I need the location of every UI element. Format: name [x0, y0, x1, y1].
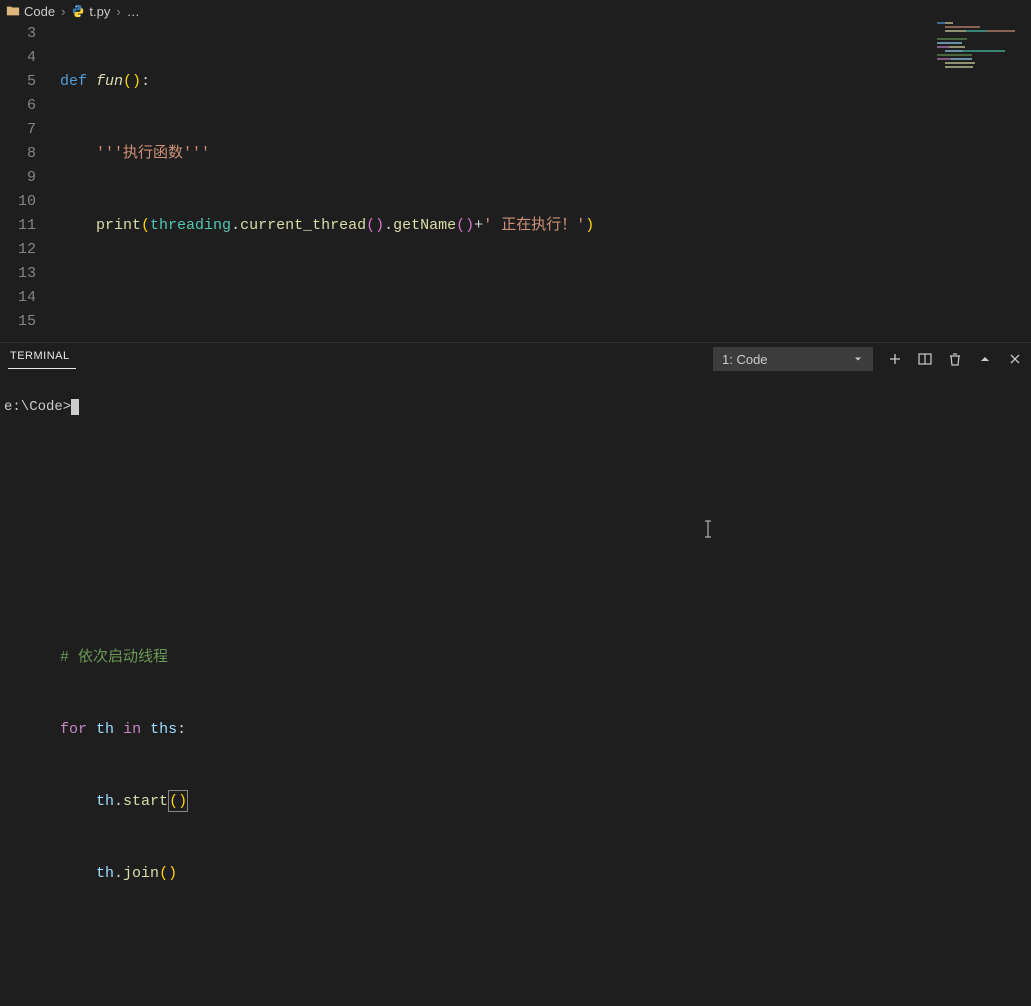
- line-number: 12: [0, 238, 36, 262]
- close-panel-icon[interactable]: [1007, 351, 1023, 367]
- split-terminal-icon[interactable]: [917, 351, 933, 367]
- line-number: 13: [0, 262, 36, 286]
- terminal-selector[interactable]: 1: Code: [713, 347, 873, 371]
- text-cursor-ibeam: [703, 520, 713, 538]
- kill-terminal-icon[interactable]: [947, 351, 963, 367]
- line-number-gutter: 3 4 5 6 7 8 9 10 11 12 13 14 15: [0, 22, 50, 342]
- breadcrumb-root[interactable]: Code: [24, 4, 55, 19]
- terminal-header: TERMINAL 1: Code: [0, 343, 1031, 375]
- folder-icon: [6, 4, 20, 18]
- terminal-panel: TERMINAL 1: Code e:\C: [0, 342, 1031, 628]
- line-number: 6: [0, 94, 36, 118]
- maximize-panel-icon[interactable]: [977, 351, 993, 367]
- chevron-down-icon: [852, 353, 864, 365]
- line-number: 3: [0, 22, 36, 46]
- line-number: 14: [0, 286, 36, 310]
- terminal-selector-label: 1: Code: [722, 352, 768, 367]
- terminal-tab[interactable]: TERMINAL: [8, 350, 76, 369]
- breadcrumb-file[interactable]: t.py: [89, 4, 110, 19]
- line-number: 5: [0, 70, 36, 94]
- new-terminal-icon[interactable]: [887, 351, 903, 367]
- line-number: 4: [0, 46, 36, 70]
- breadcrumb-more[interactable]: …: [127, 4, 140, 19]
- line-number: 11: [0, 214, 36, 238]
- code-editor[interactable]: 3 4 5 6 7 8 9 10 11 12 13 14 15 def fun(…: [0, 22, 1031, 342]
- line-number: 7: [0, 118, 36, 142]
- code-content[interactable]: def fun(): '''执行函数''' print(threading.cu…: [50, 22, 1031, 342]
- python-icon: [71, 4, 85, 18]
- chevron-right-icon: ›: [61, 4, 65, 19]
- line-number: 8: [0, 142, 36, 166]
- terminal-cursor: [71, 399, 79, 415]
- terminal-prompt: e:\Code>: [4, 399, 71, 415]
- terminal-body[interactable]: e:\Code>: [0, 375, 1031, 628]
- breadcrumbs: Code › t.py › …: [0, 0, 1031, 22]
- line-number: 10: [0, 190, 36, 214]
- line-number: 9: [0, 166, 36, 190]
- chevron-right-icon: ›: [116, 4, 120, 19]
- minimap[interactable]: [937, 22, 1017, 322]
- line-number: 15: [0, 310, 36, 334]
